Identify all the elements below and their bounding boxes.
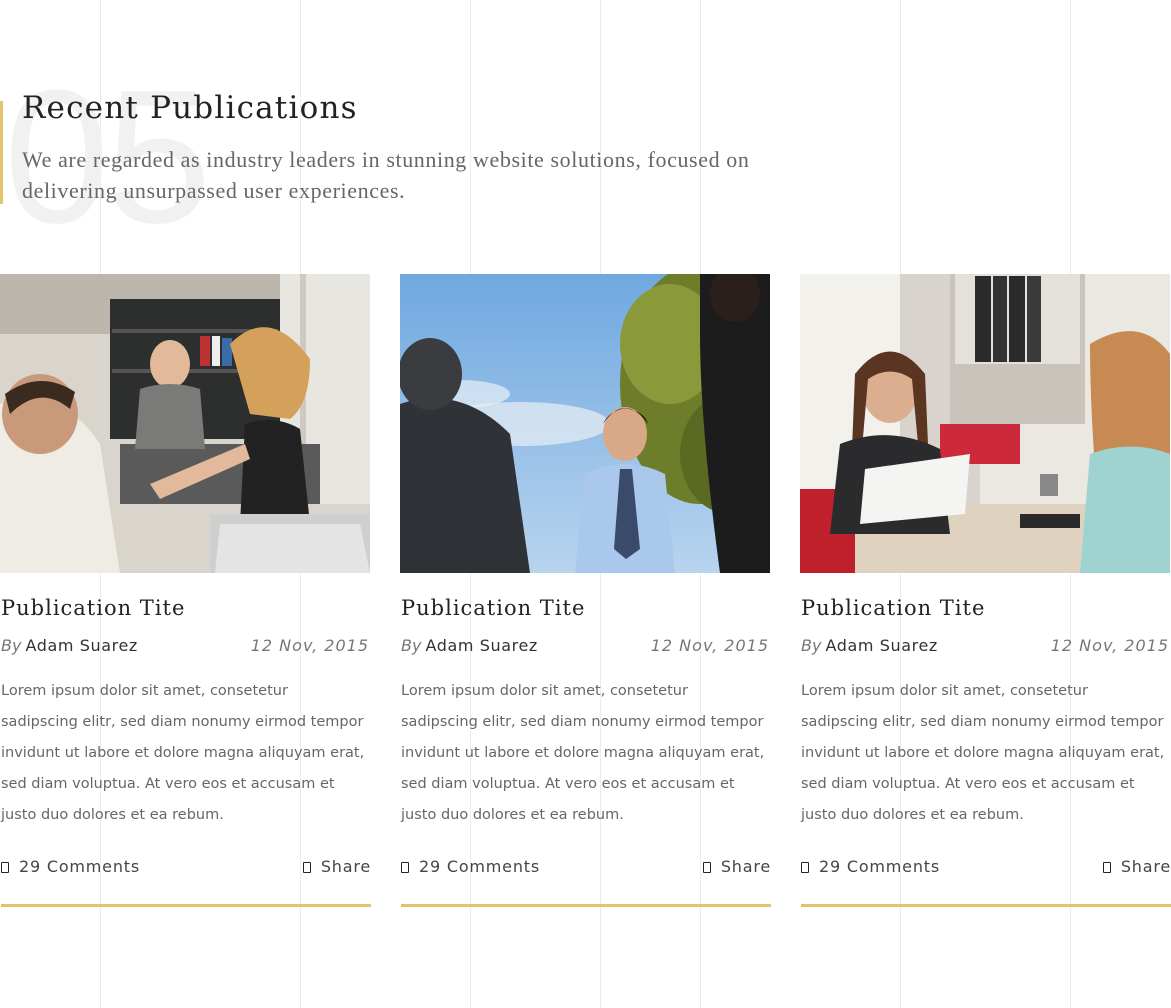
publication-card: Publication Tite By Adam Suarez 12 Nov, 2… <box>0 274 371 908</box>
accent-bar <box>0 101 3 204</box>
section-subtitle: We are regarded as industry leaders in s… <box>22 147 750 203</box>
card-underline <box>1 904 371 907</box>
card-underline <box>401 904 771 907</box>
publication-title[interactable]: Publication Tite <box>401 596 585 620</box>
share-label: Share <box>320 857 371 876</box>
comment-icon <box>401 862 409 873</box>
share-link[interactable]: Share <box>302 857 371 876</box>
share-icon <box>702 862 711 873</box>
share-icon <box>1102 862 1111 873</box>
share-link[interactable]: Share <box>702 857 771 876</box>
publication-meta: By Adam Suarez 12 Nov, 2015 <box>401 636 769 655</box>
publication-meta: By Adam Suarez 12 Nov, 2015 <box>801 636 1169 655</box>
publication-image[interactable] <box>800 274 1170 573</box>
office-desk-photo <box>800 274 1170 573</box>
share-label: Share <box>720 857 771 876</box>
publication-card: Publication Tite By Adam Suarez 12 Nov, 2… <box>400 274 771 908</box>
publication-date: 12 Nov, 2015 <box>1050 636 1169 655</box>
by-label: By <box>401 636 422 655</box>
card-underline <box>801 904 1171 907</box>
publication-image[interactable] <box>400 274 770 573</box>
publication-excerpt: Lorem ipsum dolor sit amet, consetetur s… <box>1 683 365 823</box>
share-label: Share <box>1120 857 1171 876</box>
outdoor-businessman-photo <box>400 274 770 573</box>
comments-label: 29 Comments <box>419 857 540 876</box>
publication-date: 12 Nov, 2015 <box>250 636 369 655</box>
office-meeting-photo <box>0 274 370 573</box>
publication-meta: By Adam Suarez 12 Nov, 2015 <box>1 636 369 655</box>
publication-excerpt: Lorem ipsum dolor sit amet, consetetur s… <box>401 683 765 823</box>
publication-title[interactable]: Publication Tite <box>1 596 185 620</box>
comments-label: 29 Comments <box>19 857 140 876</box>
comments-label: 29 Comments <box>819 857 940 876</box>
section-title: Recent Publications <box>22 90 358 126</box>
by-label: By <box>1 636 22 655</box>
comments-link[interactable]: 29 Comments <box>401 857 540 876</box>
comments-link[interactable]: 29 Comments <box>1 857 140 876</box>
author-link[interactable]: Adam Suarez <box>425 636 537 655</box>
share-icon <box>302 862 311 873</box>
comments-link[interactable]: 29 Comments <box>801 857 940 876</box>
by-label: By <box>801 636 822 655</box>
publication-image[interactable] <box>0 274 370 573</box>
section-header: 05 Recent Publications We are regarded a… <box>0 62 900 252</box>
author-link[interactable]: Adam Suarez <box>25 636 137 655</box>
publication-title[interactable]: Publication Tite <box>801 596 985 620</box>
author-link[interactable]: Adam Suarez <box>825 636 937 655</box>
publication-card: Publication Tite By Adam Suarez 12 Nov, 2… <box>800 274 1171 908</box>
comment-icon <box>801 862 809 873</box>
comment-icon <box>1 862 9 873</box>
publication-date: 12 Nov, 2015 <box>650 636 769 655</box>
publication-excerpt: Lorem ipsum dolor sit amet, consetetur s… <box>801 683 1165 823</box>
share-link[interactable]: Share <box>1102 857 1171 876</box>
